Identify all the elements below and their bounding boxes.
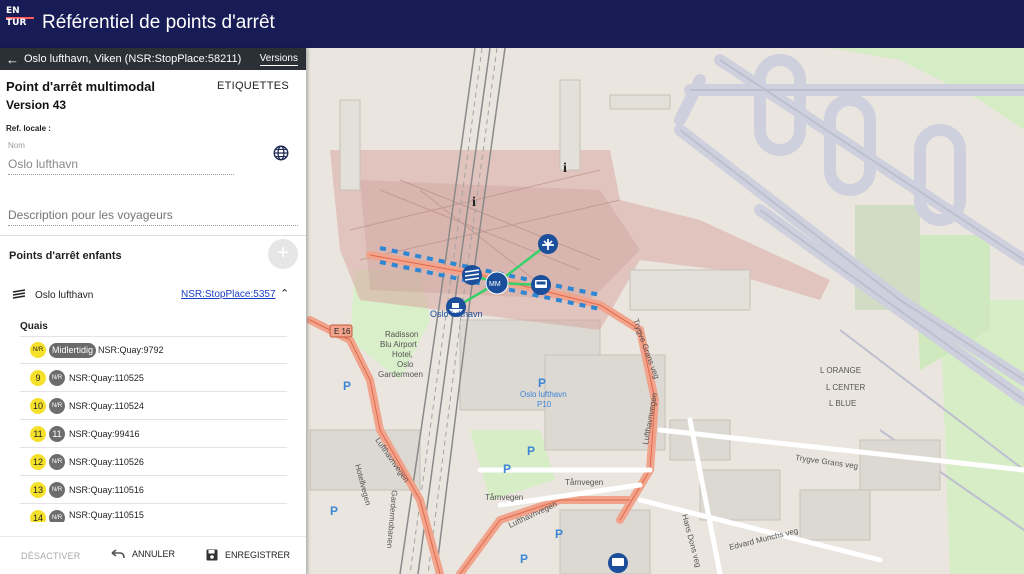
undo-button[interactable]: ANNULER	[111, 549, 175, 559]
quay-id: NSR:Quay:9792	[98, 345, 164, 355]
save-label: ENREGISTRER	[225, 550, 291, 560]
bus-icon[interactable]	[608, 553, 628, 573]
map-parking-label: P	[343, 379, 351, 393]
map-label-parking-code: P10	[537, 400, 552, 409]
map-label-radisson: Blu Airport	[380, 340, 418, 349]
multimodal-icon[interactable]: MM	[485, 271, 509, 295]
app-title: Référentiel de points d'arrêt	[42, 12, 275, 33]
panel-header: ← Oslo lufthavn, Viken (NSR:StopPlace:58…	[0, 48, 306, 70]
deactivate-button[interactable]: DÉSACTIVER	[21, 551, 81, 561]
local-ref-label: Ref. locale :	[6, 124, 51, 133]
map-road-shield-e16: E 16	[334, 327, 351, 336]
chevron-up-icon[interactable]: ⌃	[280, 287, 289, 300]
map-label-tarnvegen: Tårnvegen	[565, 478, 603, 487]
quay-row[interactable]: 9 N/R NSR:Quay:110525	[20, 364, 287, 392]
panel-footer: DÉSACTIVER ANNULER ENREGISTRER	[0, 536, 306, 574]
child-stop-link[interactable]: NSR:StopPlace:5357	[181, 289, 276, 300]
quay-id: NSR:Quay:99416	[69, 428, 140, 439]
quay-private-code: Midlertidig	[49, 342, 97, 358]
tags-button[interactable]: ETIQUETTES	[217, 80, 289, 92]
version-label: Version 43	[6, 98, 67, 112]
map-label-lot-blue: L BLUE	[829, 399, 856, 408]
quay-public-code: 9	[30, 369, 46, 386]
add-child-button[interactable]: +	[268, 239, 298, 269]
quay-row[interactable]: N/R Midlertidig NSR:Quay:9792	[20, 336, 287, 364]
quay-private-code: N/R	[49, 369, 65, 386]
entur-logo[interactable]: EN TUR	[6, 7, 36, 28]
train-icon[interactable]	[462, 265, 482, 285]
map-parking-label: P	[520, 552, 528, 566]
stop-place-panel: ← Oslo lufthavn, Viken (NSR:StopPlace:58…	[0, 48, 307, 574]
map-parking-label: P	[527, 444, 535, 458]
quay-private-code: N/R	[49, 481, 65, 498]
quay-private-code: N/R	[49, 510, 65, 522]
map-parking-label: P	[538, 376, 546, 390]
quay-public-code: 10	[30, 397, 46, 414]
quay-private-code: N/R	[49, 397, 65, 414]
quay-public-code: 11	[30, 425, 46, 442]
app-header: EN TUR Référentiel de points d'arrêt	[0, 0, 1024, 48]
quay-private-code: 11	[49, 425, 65, 442]
undo-icon	[111, 549, 125, 559]
quay-public-code: 12	[30, 453, 46, 470]
name-label: Nom	[8, 141, 25, 150]
quay-row[interactable]: 14 N/R NSR:Quay:110515	[20, 504, 287, 522]
map-parking-label: P	[503, 462, 511, 476]
map-label-radisson: Oslo	[397, 360, 414, 369]
map-parking-label: P	[330, 504, 338, 518]
quay-id: NSR:Quay:110524	[69, 400, 144, 411]
map-info-label: i	[472, 195, 476, 210]
back-arrow-icon[interactable]: ←	[6, 52, 20, 67]
name-input[interactable]	[8, 153, 234, 175]
bus-icon[interactable]	[531, 275, 551, 295]
map-label-radisson: Gardermoen	[378, 370, 423, 379]
versions-button[interactable]: Versions	[259, 53, 298, 66]
quay-row[interactable]: 10 N/R NSR:Quay:110524	[20, 392, 287, 420]
quay-id: NSR:Quay:110516	[69, 484, 144, 495]
quay-id: NSR:Quay:110526	[69, 456, 144, 467]
quay-list: N/R Midlertidig NSR:Quay:9792 9 N/R NSR:…	[20, 336, 287, 522]
quay-row[interactable]: 11 11 NSR:Quay:99416	[20, 420, 287, 448]
quay-id: NSR:Quay:110515	[69, 510, 144, 520]
map-label-lot-orange: L ORANGE	[820, 366, 861, 375]
map-label-radisson: Radisson	[385, 330, 418, 339]
children-title: Points d'arrêt enfants	[9, 250, 122, 262]
quay-public-code: 14	[30, 510, 46, 522]
child-stop-row[interactable]: Oslo lufthavn NSR:StopPlace:5357 ⌃	[0, 280, 306, 312]
map-label-parking-name: Oslo lufthavn	[520, 390, 567, 399]
multimodal-badge-label: MM	[489, 281, 501, 288]
panel-title: Point d'arrêt multimodal	[6, 79, 155, 94]
map-info-label: i	[563, 161, 567, 176]
map-label-tarnvegen: Tårnvegen	[485, 493, 523, 502]
globe-icon[interactable]	[272, 144, 290, 162]
description-input[interactable]	[8, 204, 298, 226]
map-stop-label: Oslo lufthavn	[430, 309, 483, 319]
save-icon	[206, 549, 218, 561]
quay-id: NSR:Quay:110525	[69, 372, 144, 383]
quays-title: Quais	[20, 321, 48, 332]
quay-public-code: N/R	[30, 342, 46, 358]
map-label-radisson: Hotel,	[392, 350, 413, 359]
undo-label: ANNULER	[132, 549, 176, 559]
airplane-icon[interactable]	[538, 234, 558, 254]
train-icon	[12, 289, 26, 299]
logo-text-top: EN	[6, 6, 20, 16]
stop-place-name: Oslo lufthavn, Viken (NSR:StopPlace:5821…	[24, 53, 242, 65]
quay-row[interactable]: 13 N/R NSR:Quay:110516	[20, 476, 287, 504]
divider	[0, 235, 306, 236]
quay-row[interactable]: 12 N/R NSR:Quay:110526	[20, 448, 287, 476]
quay-private-code: N/R	[49, 453, 65, 470]
save-button[interactable]: ENREGISTRER	[206, 549, 290, 561]
map-label-lot-center: L CENTER	[826, 383, 865, 392]
quay-public-code: 13	[30, 481, 46, 498]
child-stop-name: Oslo lufthavn	[35, 290, 94, 301]
map-parking-label: P	[555, 527, 563, 541]
logo-text-bottom: TUR	[6, 18, 27, 28]
